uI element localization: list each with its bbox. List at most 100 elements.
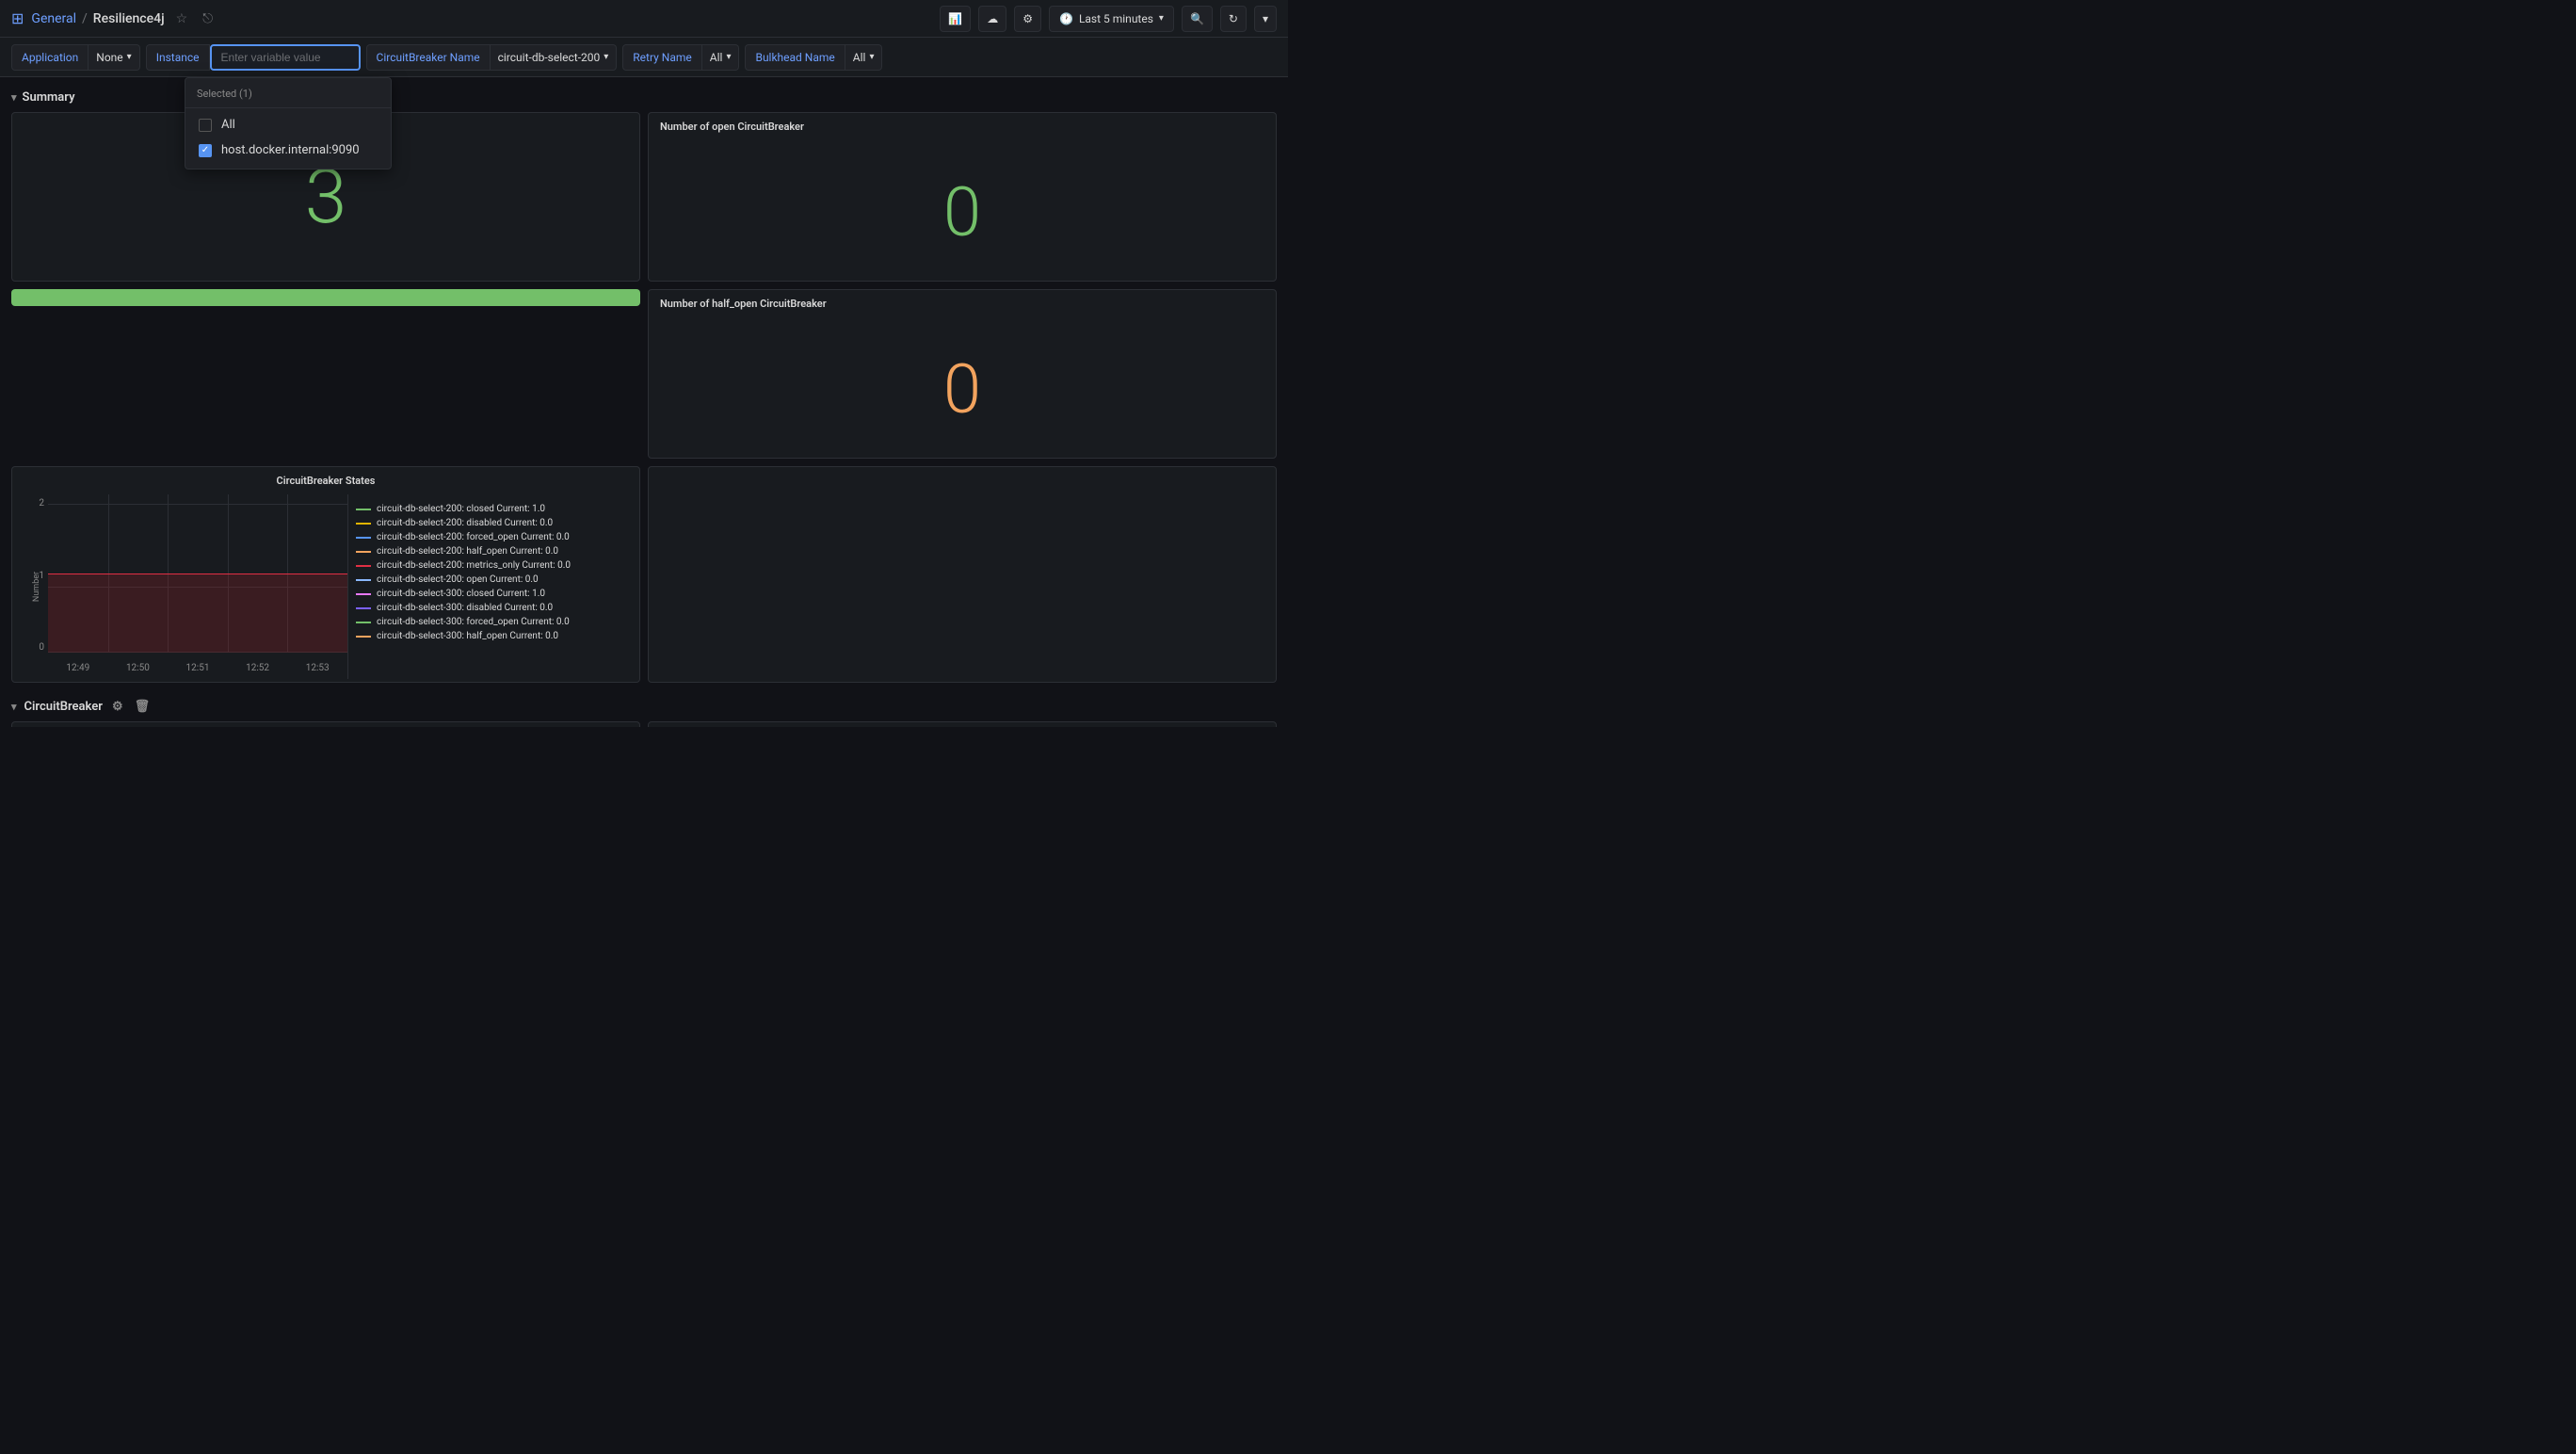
cb-section-header: ▾ CircuitBreaker ⚙ 🗑 [11,690,1277,721]
zoom-out-button[interactable]: 🔍 [1182,6,1213,32]
legend-color [356,593,371,595]
refresh-icon: ↻ [1229,12,1238,25]
expand-button[interactable]: ▾ [1254,6,1277,32]
legend-color [356,523,371,525]
dropdown-header: Selected (1) [185,84,391,108]
cb-name-filter: CircuitBreaker Name circuit-db-select-20… [366,44,618,71]
bulkhead-name-select[interactable]: All ▾ [845,44,883,71]
legend-color [356,636,371,638]
x-label-1249: 12:49 [66,663,89,673]
collapse-icon[interactable]: ▾ [11,91,17,104]
retry-name-label: Retry Name [622,44,701,71]
legend-label: circuit-db-select-300: forced_open Curre… [377,617,570,627]
legend-item: circuit-db-select-200: disabled Current:… [356,516,632,530]
legend-item: circuit-db-select-200: metrics_only Curr… [356,558,632,573]
x-axis: 12:49 12:50 12:51 12:52 12:53 [48,663,347,673]
topbar-right: 📊 ☁ ⚙ 🕐 Last 5 minutes ▾ 🔍 ↻ ▾ [940,6,1277,32]
green-progress-bar [11,289,640,306]
instance-label: Instance [146,44,210,71]
add-panel-button[interactable]: 📊 [940,6,971,32]
legend-label: circuit-db-select-300: half_open Current… [377,631,558,641]
cb-name-select[interactable]: circuit-db-select-200 ▾ [491,44,618,71]
clock-icon: 🕐 [1059,12,1073,25]
legend-color [356,607,371,609]
chevron-down-icon: ▾ [869,52,874,62]
time-range-label: Last 5 minutes [1079,12,1153,25]
legend-label: circuit-db-select-200: metrics_only Curr… [377,560,571,571]
summary-right: Number of open CircuitBreaker 0 Number o… [648,112,1277,459]
cb-states-inner: 2 1 0 Number [12,494,639,679]
time-range-selector[interactable]: 🕐 Last 5 minutes ▾ [1049,6,1174,32]
x-label-1251: 12:51 [186,663,210,673]
legend-color [356,565,371,567]
grid-icon[interactable]: ⊞ [11,9,24,27]
breadcrumb-separator: / [82,11,88,26]
share-icon[interactable]: ⎋ [199,9,217,28]
application-filter: Application None ▾ [11,44,140,71]
instance-input[interactable] [210,44,361,71]
legend-item: circuit-db-select-200: half_open Current… [356,544,632,558]
cb-chart-area: Number 12:49 [48,494,347,679]
breadcrumb-general[interactable]: General [31,11,76,26]
legend-color [356,537,371,539]
save-button[interactable]: ☁ [978,6,1006,32]
cb-states-chart: CircuitBreaker States 2 1 0 Number [11,466,640,683]
cb-states-title: CircuitBreaker States [12,467,639,494]
cb-collapse-icon[interactable]: ▾ [11,701,17,713]
summary-label: Summary [23,90,75,105]
legend-label: circuit-db-select-300: disabled Current:… [377,603,553,613]
x-label-1253: 12:53 [306,663,330,673]
placeholder-panel [648,466,1277,683]
topbar: ⊞ General / Resilience4j ☆ ⎋ 📊 ☁ ⚙ 🕐 Las… [0,0,1288,38]
legend-label: circuit-db-select-200: closed Current: 1… [377,504,545,514]
cb-section-label: CircuitBreaker [24,700,103,714]
zoom-out-icon: 🔍 [1190,12,1204,25]
legend-color [356,509,371,510]
cb-name-label: CircuitBreaker Name [366,44,491,71]
failure-rate-panel: Failure Rate: circuit-db-select-200 [11,721,640,727]
retry-name-select[interactable]: All ▾ [702,44,740,71]
legend-color [356,551,371,553]
breadcrumb-current: Resilience4j [93,11,165,26]
cb-states-legend: circuit-db-select-200: closed Current: 1… [347,494,639,679]
application-select[interactable]: None ▾ [89,44,139,71]
cb-trash-icon[interactable]: 🗑 [133,698,153,716]
save-icon: ☁ [987,12,998,25]
cb-y-axis: 2 1 0 [12,494,48,679]
half-open-cb-value: 0 [943,356,981,424]
failure-rate-title: Failure Rate: circuit-db-select-200 [12,722,639,727]
legend-color [356,622,371,623]
cb-settings-icon[interactable]: ⚙ [110,698,125,716]
open-cb-panel: Number of open CircuitBreaker 0 [648,112,1277,282]
y-label-2: 2 [39,498,44,509]
dark-fill [48,574,347,653]
legend-label: circuit-db-select-200: half_open Current… [377,546,558,557]
bottom-panels: Failure Rate: circuit-db-select-200 [11,721,1277,727]
call-rate-panel: Call rate: circuit-db-select-200 1 0.500… [648,721,1277,727]
checkbox-host[interactable] [199,144,212,157]
half-open-cb-panel: Number of half_open CircuitBreaker 0 [648,289,1277,459]
open-cb-value: 0 [943,179,981,247]
star-icon[interactable]: ☆ [172,9,192,28]
x-label-1250: 12:50 [126,663,150,673]
legend-item: circuit-db-select-300: forced_open Curre… [356,615,632,629]
checkbox-all[interactable] [199,119,212,132]
add-panel-icon: 📊 [948,12,962,25]
legend-item: circuit-db-select-300: closed Current: 1… [356,587,632,601]
dropdown-item-host[interactable]: host.docker.internal:9090 [185,137,391,163]
settings-button[interactable]: ⚙ [1014,6,1041,32]
grid-line-2 [48,504,347,505]
settings-icon: ⚙ [1022,12,1033,25]
instance-filter: Instance [146,44,361,71]
chevron-down-icon: ▾ [127,52,132,62]
main-content: ▾ Summary 3 Number of open CircuitBreake… [0,77,1288,727]
open-cb-title: Number of open CircuitBreaker [649,113,1276,133]
dropdown-item-all[interactable]: All [185,112,391,137]
chevron-down-icon: ▾ [604,52,608,62]
refresh-button[interactable]: ↻ [1220,6,1247,32]
legend-label: circuit-db-select-200: open Current: 0.0 [377,574,539,585]
legend-label: circuit-db-select-300: closed Current: 1… [377,589,545,599]
y-axis-label: Number [32,572,41,602]
legend-item: circuit-db-select-300: half_open Current… [356,629,632,643]
bulkhead-name-label: Bulkhead Name [745,44,845,71]
